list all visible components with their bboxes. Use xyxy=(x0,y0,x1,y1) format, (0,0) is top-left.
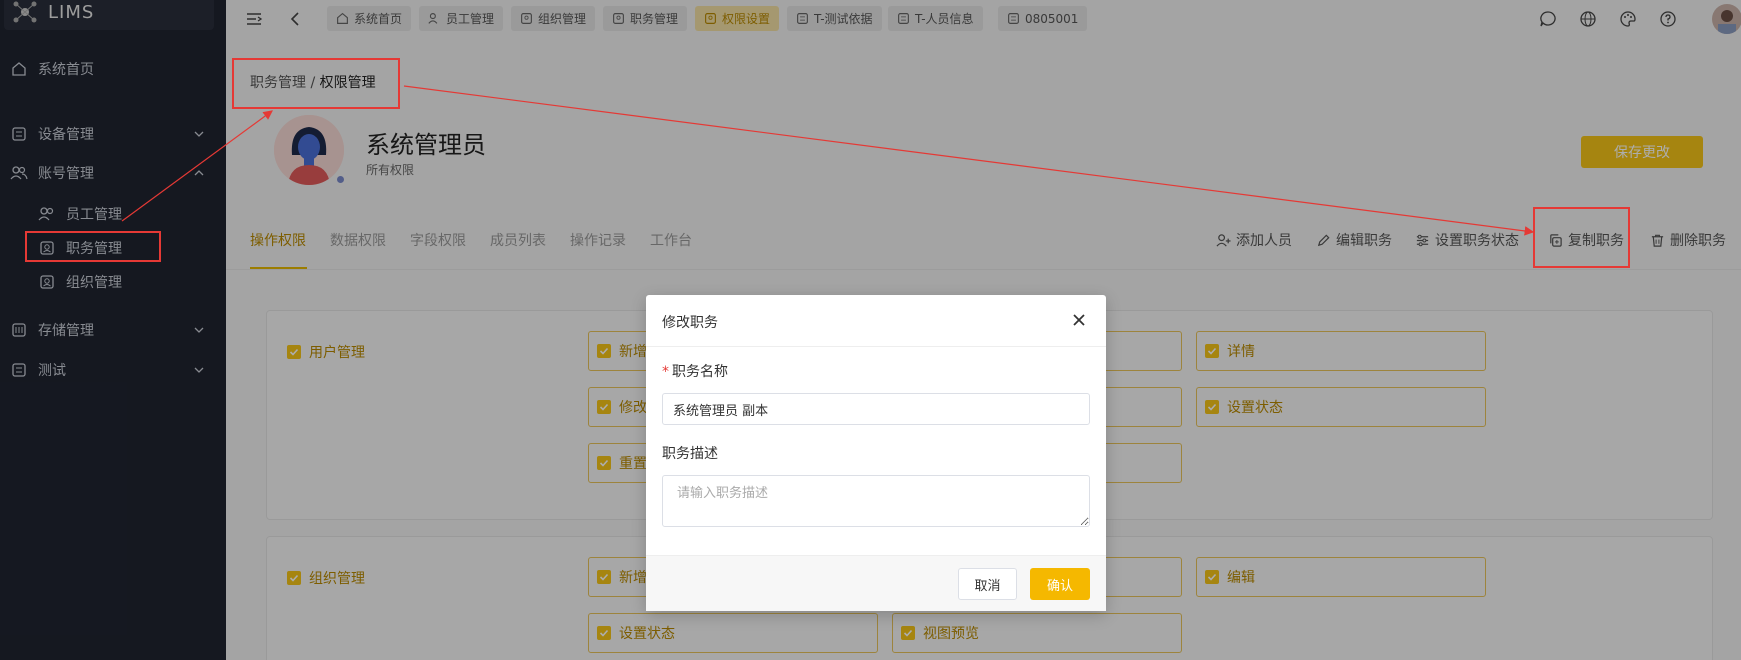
name-label-text: 职务名称 xyxy=(672,364,728,380)
dialog-divider xyxy=(646,346,1106,347)
annotation-box-copy xyxy=(1533,207,1630,268)
desc-field-label: 职务描述 xyxy=(662,446,718,462)
required-marker: * xyxy=(662,364,669,380)
position-name-input[interactable] xyxy=(662,393,1090,425)
confirm-button[interactable]: 确认 xyxy=(1030,568,1090,600)
name-field-label: * 职务名称 xyxy=(662,361,728,381)
edit-position-dialog: 修改职务 *职务名称 职务描述 取消 确认 xyxy=(646,295,1106,611)
annotation-box-sidebar xyxy=(25,231,161,262)
cancel-button[interactable]: 取消 xyxy=(958,568,1017,600)
position-description-input[interactable] xyxy=(662,475,1090,527)
annotation-box-breadcrumb xyxy=(232,58,400,109)
dialog-title: 修改职务 xyxy=(662,315,718,331)
close-icon[interactable] xyxy=(1070,311,1088,329)
